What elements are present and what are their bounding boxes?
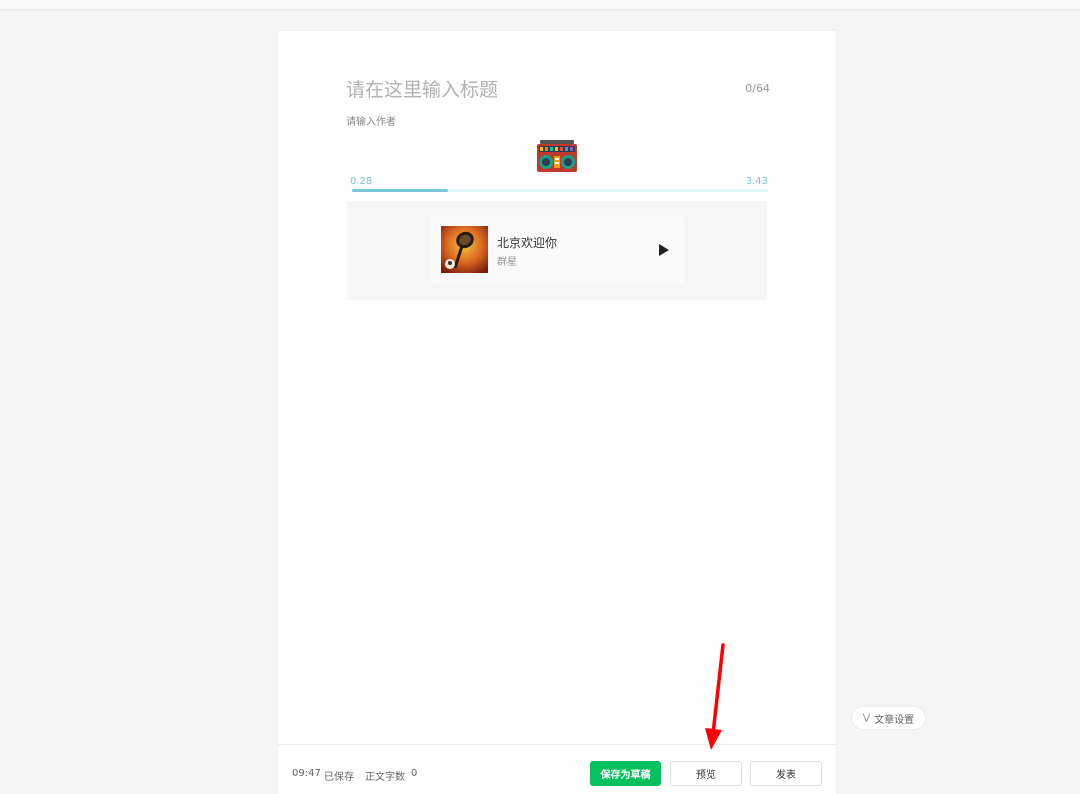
preview-button[interactable]: 预览 — [670, 761, 742, 786]
article-editor: 0/64 0.28 3.43 — [278, 31, 836, 794]
radio-icon — [537, 140, 577, 172]
wordcount-label: 正文字数 — [365, 772, 405, 783]
audio-current-time: 0.28 — [350, 176, 373, 187]
audio-progress-bar[interactable] — [352, 189, 768, 192]
double-chevron-down-icon: ⋁ — [862, 713, 871, 723]
music-card[interactable]: 北京欢迎你 群星 — [431, 216, 685, 285]
audio-total-time: 3.43 — [745, 176, 768, 187]
save-time: 09:47 — [292, 768, 321, 779]
music-embed: 北京欢迎你 群星 — [347, 201, 767, 300]
audio-progress-fill — [352, 189, 448, 192]
title-char-counter: 0/64 — [745, 82, 770, 95]
red-arrow-annotation — [705, 643, 725, 750]
publish-button[interactable]: 发表 — [750, 761, 822, 786]
author-input[interactable] — [346, 113, 546, 131]
play-icon[interactable] — [657, 243, 671, 257]
song-title: 北京欢迎你 — [497, 236, 558, 250]
article-settings-label: 文章设置 — [874, 714, 915, 726]
top-bar — [0, 0, 1080, 10]
audio-times: 0.28 3.43 — [350, 176, 768, 188]
save-status: 已保存 — [324, 772, 354, 783]
album-cover — [441, 226, 488, 273]
wordcount-value: 0 — [411, 768, 418, 779]
article-settings-button[interactable]: ⋁ 文章设置 — [851, 706, 926, 730]
title-input[interactable] — [346, 75, 676, 105]
song-artist: 群星 — [497, 257, 517, 268]
save-draft-button[interactable]: 保存为草稿 — [590, 761, 661, 786]
editor-footer: 09:47 已保存 正文字数 0 保存为草稿 预览 发表 — [278, 744, 836, 794]
